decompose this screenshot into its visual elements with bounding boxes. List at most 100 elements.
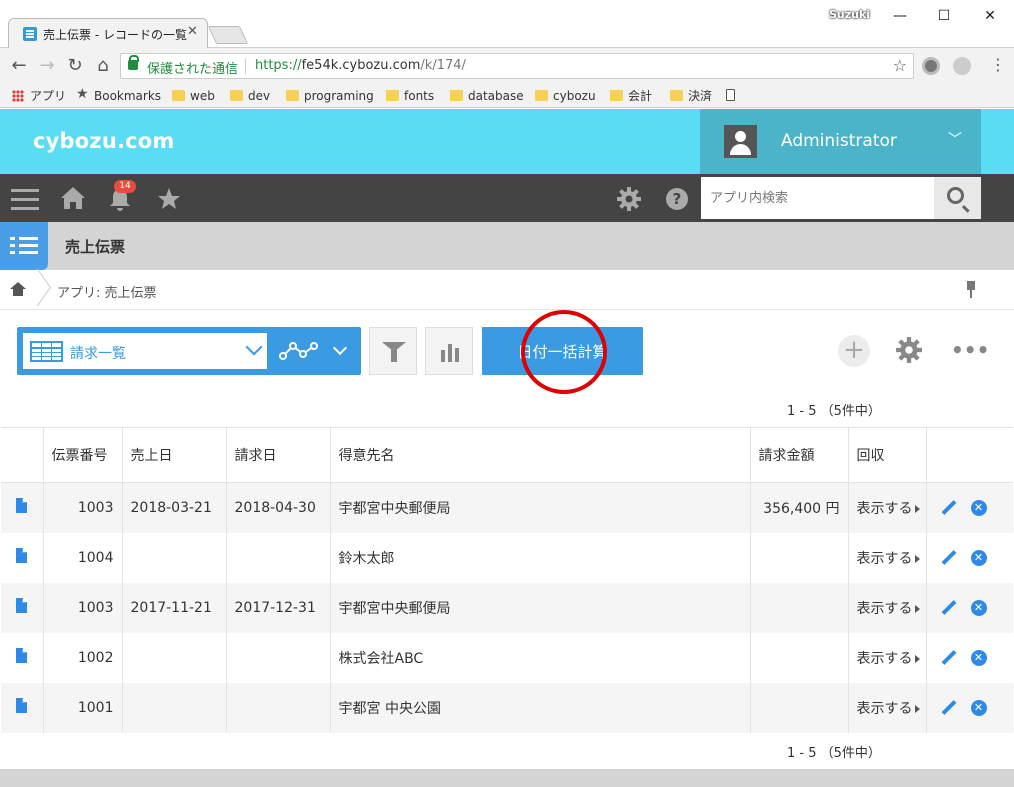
extension-icon[interactable] (953, 57, 971, 75)
collect-cell: 表示する (847, 682, 926, 733)
pin-icon[interactable] (965, 281, 977, 299)
delete-icon[interactable]: ✕ (970, 599, 987, 616)
show-collect-link[interactable]: 表示する (857, 551, 920, 567)
bookmarks-bar: アプリ ★ Bookmarks web dev programing fonts … (0, 84, 1014, 108)
delete-icon[interactable]: ✕ (970, 549, 987, 566)
bookmark-page[interactable] (726, 88, 744, 104)
minimize-button[interactable]: — (884, 4, 916, 28)
amount-cell: 356,400 円 (749, 482, 848, 533)
bookmark-star-icon[interactable]: ☆ (893, 56, 907, 75)
column-header[interactable]: 売上日 (121, 427, 226, 483)
new-tab-button[interactable] (207, 26, 249, 44)
date-bulk-calc-button[interactable]: 日付一括計算 (482, 327, 643, 375)
breadcrumb-app-link[interactable]: アプリ: 売上伝票 (57, 282, 157, 301)
search-button[interactable] (934, 177, 981, 219)
bookmark-fonts[interactable]: fonts (386, 88, 434, 104)
invoice-date-cell: 2017-12-31 (225, 582, 330, 633)
app-search-input[interactable] (701, 177, 934, 219)
delete-icon[interactable]: ✕ (970, 499, 987, 516)
browser-tab[interactable]: 売上伝票 - レコードの一覧 ✕ (8, 18, 208, 48)
tab-close-icon[interactable]: ✕ (187, 24, 198, 39)
hamburger-menu-icon[interactable] (11, 189, 39, 210)
table-row: 1003 2017-11-21 2017-12-31 宇都宮中央郵便局 表示する ✕ (1, 582, 1013, 633)
back-arrow-icon[interactable]: ← (8, 55, 30, 77)
graph-view-icon[interactable] (279, 341, 319, 361)
column-header[interactable]: 請求金額 (749, 427, 848, 483)
footer-bar (0, 769, 1014, 787)
close-window-button[interactable]: ✕ (974, 4, 1006, 28)
cybozu-logo[interactable]: cybozu.com (33, 129, 175, 153)
bookmark-programing[interactable]: programing (286, 88, 374, 104)
avatar (724, 125, 757, 158)
page-icon (726, 89, 735, 101)
add-record-button[interactable]: + (838, 335, 870, 367)
gear-shape (896, 337, 922, 363)
profile-name[interactable]: Suzuki (829, 8, 870, 21)
extension-gear-icon[interactable] (922, 57, 940, 75)
breadcrumb-home-icon[interactable] (10, 282, 26, 298)
show-collect-label: 表示する (856, 550, 913, 567)
sale-date-cell (121, 682, 226, 733)
view-dropdown[interactable]: 請求一覧 (23, 333, 267, 369)
bookmark-payment[interactable]: 決済 (670, 88, 712, 104)
url-host: fe54k.cybozu.com (301, 58, 421, 73)
collect-cell: 表示する (847, 532, 926, 583)
address-bar[interactable]: 保護された通信 https://fe54k.cybozu.com/k/174/ … (120, 53, 914, 79)
help-icon[interactable]: ? (663, 186, 691, 218)
edit-pencil-icon[interactable] (941, 500, 957, 516)
column-header[interactable]: 請求日 (225, 427, 330, 483)
svg-text:?: ? (673, 190, 682, 208)
user-menu[interactable]: Administrator ﹀ (700, 109, 981, 174)
delete-icon[interactable]: ✕ (970, 649, 987, 666)
edit-pencil-icon[interactable] (941, 600, 957, 616)
app-settings-gear-icon[interactable] (895, 336, 923, 364)
record-detail-icon[interactable] (16, 698, 28, 713)
folder-icon (450, 90, 463, 101)
show-collect-link[interactable]: 表示する (857, 601, 920, 617)
more-options-icon[interactable]: ••• (951, 338, 989, 362)
edit-pencil-icon[interactable] (941, 550, 957, 566)
record-detail-icon[interactable] (16, 598, 28, 613)
app-search-box (701, 177, 934, 219)
bookmark-cybozu[interactable]: cybozu (535, 88, 596, 104)
favorites-star-icon[interactable] (155, 186, 183, 218)
edit-pencil-icon[interactable] (941, 650, 957, 666)
search-icon (947, 187, 964, 204)
column-header[interactable]: 回収 (847, 427, 926, 483)
home-icon[interactable]: ⌂ (92, 55, 114, 77)
record-detail-icon[interactable] (16, 498, 28, 514)
browser-menu-icon[interactable]: ⋮ (990, 56, 1006, 74)
chevron-down-icon[interactable] (332, 340, 348, 356)
app-list-icon[interactable] (0, 222, 48, 270)
bookmark-dev[interactable]: dev (230, 88, 270, 104)
delete-icon[interactable]: ✕ (970, 699, 987, 716)
settings-gear-icon[interactable] (615, 186, 643, 218)
show-collect-link[interactable]: 表示する (857, 651, 920, 667)
record-detail-icon[interactable] (16, 648, 28, 663)
maximize-button[interactable]: ☐ (928, 4, 960, 28)
invoice-date-cell (225, 682, 330, 733)
view-selector: 請求一覧 (17, 327, 361, 375)
filter-button[interactable] (369, 327, 417, 375)
record-detail-icon[interactable] (16, 548, 28, 563)
pagination-info: 1 - 5 （5件中） (787, 404, 881, 419)
reload-icon[interactable]: ↻ (64, 55, 86, 77)
table-row: 1002 株式会社ABC 表示する ✕ (1, 632, 1013, 683)
bookmark-accounting[interactable]: 会計 (610, 88, 652, 104)
row-actions-cell: ✕ (925, 632, 1013, 683)
bookmark-apps[interactable]: アプリ (12, 88, 66, 104)
column-header[interactable]: 得意先名 (329, 427, 750, 483)
edit-pencil-icon[interactable] (941, 700, 957, 716)
bookmark-web[interactable]: web (172, 88, 215, 104)
portal-home-icon[interactable] (59, 186, 87, 216)
forward-arrow-icon[interactable]: → (36, 55, 58, 77)
chevron-down-icon: ﹀ (948, 132, 962, 148)
bookmark-database[interactable]: database (450, 88, 524, 104)
collect-cell: 表示する (847, 632, 926, 683)
chart-button[interactable] (425, 327, 473, 375)
slip-no-cell: 1004 (42, 532, 122, 583)
show-collect-link[interactable]: 表示する (857, 701, 920, 717)
show-collect-link[interactable]: 表示する (857, 501, 920, 517)
column-header[interactable]: 伝票番号 (42, 427, 122, 483)
bookmark-bookmarks[interactable]: ★ Bookmarks (76, 86, 161, 104)
